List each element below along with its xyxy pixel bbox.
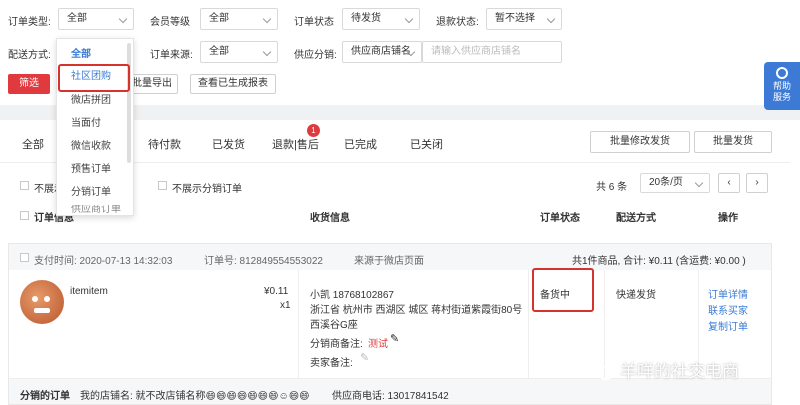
mouth-icon — [34, 308, 50, 313]
wechat-icon — [598, 365, 614, 380]
order-source: 来源于微店页面 — [354, 256, 424, 267]
chevron-down-icon — [404, 14, 414, 24]
product-name[interactable]: itemitem — [70, 286, 108, 297]
prev-page-button[interactable]: ‹ — [718, 173, 740, 193]
footer-shop-name: 我的店铺名: 就不改店铺名称😄😄😄😄😄😄😄☺😄😄 — [80, 391, 310, 402]
tab-refund[interactable]: 退款|售后 — [272, 136, 319, 152]
delivery-label: 配送方式: — [8, 50, 51, 61]
hide-distribution-label: 不展示分销订单 — [172, 184, 242, 195]
column-status: 订单状态 — [540, 213, 580, 224]
per-page-select[interactable]: 20条/页 — [640, 173, 710, 193]
tab-completed[interactable]: 已完成 — [344, 136, 377, 152]
chevron-down-icon — [262, 47, 272, 57]
chevron-left-icon: ‹ — [727, 177, 731, 188]
column-receiver: 收货信息 — [310, 213, 350, 224]
receiver-name-phone: 小凯 18768102867 — [310, 290, 394, 301]
order-summary: 共1件商品, 合计: ¥0.11 (含运费: ¥0.00 ) — [572, 256, 746, 267]
refund-status-select[interactable]: 暂不选择 — [486, 8, 562, 30]
card-divider — [298, 270, 299, 378]
pencil-icon[interactable]: ✎ — [360, 351, 369, 364]
pencil-icon[interactable]: ✎ — [390, 332, 399, 345]
tab-shipped[interactable]: 已发货 — [212, 136, 245, 152]
batch-ship-button[interactable]: 批量发货 — [694, 131, 772, 153]
order-status: 备货中 — [540, 290, 570, 301]
card-divider — [528, 270, 529, 378]
eye-icon — [44, 296, 50, 302]
total-count: 共 6 条 — [596, 182, 628, 193]
tab-pending-payment[interactable]: 待付款 — [148, 136, 181, 152]
order-type-label: 订单类型: — [8, 17, 51, 28]
tab-all[interactable]: 全部 — [22, 136, 44, 152]
order-type-select[interactable]: 全部 — [58, 8, 134, 30]
copy-order-link[interactable]: 复制订单 — [708, 318, 748, 333]
batch-ship-label: 批量发货 — [713, 136, 753, 147]
dropdown-item-distribution[interactable]: 分销订单 — [57, 183, 141, 203]
eye-icon — [32, 296, 38, 302]
supplier-select[interactable]: 供应商店铺名 — [342, 41, 422, 63]
order-status-select[interactable]: 待发货 — [342, 8, 420, 30]
member-level-select[interactable]: 全部 — [200, 8, 278, 30]
product-thumbnail[interactable] — [20, 280, 64, 324]
hide-distribution-checkbox[interactable] — [158, 181, 167, 190]
dropdown-item-supplier[interactable]: 供应商订单 — [57, 205, 141, 215]
supplier-label: 供应分销: — [294, 50, 337, 61]
watermark: 羊咩的社交电商 — [598, 360, 739, 384]
distributor-note-label: 分销商备注: — [310, 339, 363, 350]
refund-count-badge: 1 — [307, 124, 320, 137]
per-page-value: 20条/页 — [649, 177, 683, 188]
order-detail-link[interactable]: 订单详情 — [708, 286, 748, 301]
chevron-down-icon — [262, 14, 272, 24]
help-icon — [776, 67, 788, 79]
tab-closed[interactable]: 已关闭 — [410, 136, 443, 152]
dropdown-scrollbar[interactable] — [127, 43, 131, 163]
filter-button[interactable]: 筛选 — [8, 74, 50, 94]
supplier-input[interactable]: 请输入供应商店铺名 — [422, 41, 562, 63]
order-status-label: 订单状态 — [294, 17, 334, 28]
product-price: ¥0.11 — [264, 286, 289, 297]
chevron-down-icon — [546, 14, 556, 24]
source-value: 全部 — [209, 46, 229, 57]
chevron-down-icon — [118, 14, 128, 24]
member-level-value: 全部 — [209, 13, 229, 24]
chevron-right-icon: › — [755, 177, 759, 188]
distributor-note-value: 测试 — [368, 339, 388, 350]
footer-distribution-tag: 分销的订单 — [20, 391, 70, 402]
supplier-value: 供应商店铺名 — [351, 46, 411, 57]
next-page-button[interactable]: › — [746, 173, 768, 193]
help-label-1: 帮助 — [772, 81, 791, 91]
batch-modify-label: 批量修改发货 — [610, 136, 670, 147]
seller-note-label: 卖家备注: — [310, 358, 353, 369]
footer-supplier-phone: 供应商电话: 13017841542 — [332, 391, 449, 402]
chevron-down-icon — [694, 178, 704, 188]
batch-modify-button[interactable]: 批量修改发货 — [590, 131, 690, 153]
source-select[interactable]: 全部 — [200, 41, 278, 63]
hide-partial-checkbox[interactable] — [20, 181, 29, 190]
watermark-text: 羊咩的社交电商 — [620, 362, 739, 381]
help-service-button[interactable]: 帮助 服务 — [764, 62, 800, 110]
delivery-method: 快递发货 — [616, 290, 656, 301]
select-all-checkbox[interactable] — [20, 211, 29, 220]
order-checkbox[interactable] — [20, 253, 29, 262]
receiver-address-line1: 浙江省 杭州市 西湖区 城区 蒋村街道紫霞街80号 — [310, 305, 523, 316]
order-type-value: 全部 — [67, 13, 87, 24]
order-pay-time: 支付时间: 2020-07-13 14:32:03 — [34, 256, 173, 267]
column-action: 操作 — [718, 213, 738, 224]
view-reports-button[interactable]: 查看已生成报表 — [190, 74, 276, 94]
member-level-label: 会员等级 — [150, 17, 190, 28]
refund-status-label: 退款状态: — [436, 17, 479, 28]
supplier-input-placeholder: 请输入供应商店铺名 — [431, 46, 521, 57]
column-delivery: 配送方式 — [616, 213, 656, 224]
help-label-2: 服务 — [772, 92, 791, 102]
order-number: 订单号: 812849554553022 — [204, 256, 323, 267]
product-quantity: x1 — [280, 300, 291, 311]
contact-buyer-link[interactable]: 联系买家 — [708, 302, 748, 317]
receiver-address-line2: 西溪谷G座 — [310, 320, 358, 331]
order-status-value: 待发货 — [351, 13, 381, 24]
dropdown-highlight-box — [58, 64, 130, 92]
dropdown-item-presale[interactable]: 预售订单 — [57, 160, 141, 180]
source-label: 订单来源: — [150, 50, 193, 61]
refund-status-value: 暂不选择 — [495, 13, 535, 24]
